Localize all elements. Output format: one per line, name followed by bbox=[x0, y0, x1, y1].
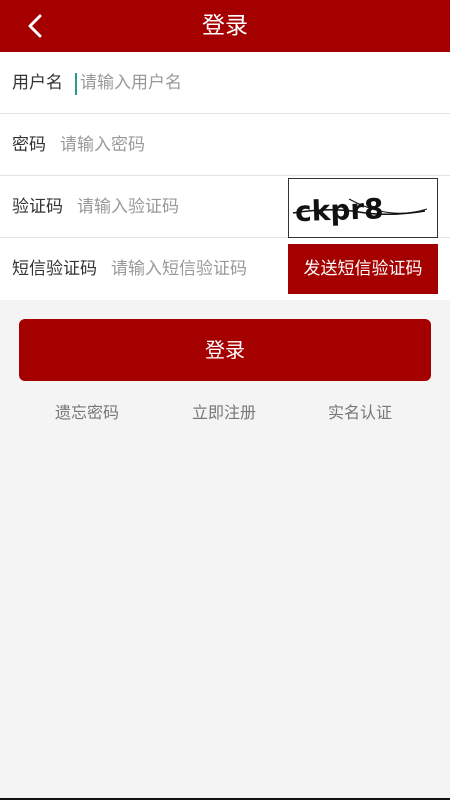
send-sms-button[interactable]: 发送短信验证码 bbox=[288, 244, 438, 294]
real-name-auth-link[interactable]: 实名认证 bbox=[328, 400, 392, 426]
captcha-label: 验证码 bbox=[12, 197, 63, 217]
username-input[interactable] bbox=[78, 66, 378, 100]
sms-label: 短信验证码 bbox=[12, 259, 97, 279]
register-link[interactable]: 立即注册 bbox=[192, 400, 256, 426]
username-label: 用户名 bbox=[12, 73, 63, 93]
password-row: 密码 bbox=[0, 114, 450, 176]
captcha-input[interactable] bbox=[77, 190, 277, 224]
captcha-image[interactable]: ckpr8 bbox=[288, 178, 438, 238]
page-title: 登录 bbox=[202, 13, 248, 39]
login-form: 用户名 密码 验证码 ckpr8 短信验证码 发送短信验证码 bbox=[0, 52, 450, 300]
sms-code-input[interactable] bbox=[111, 252, 281, 286]
auxiliary-links: 遗忘密码 立即注册 实名认证 bbox=[0, 400, 450, 426]
captcha-row: 验证码 ckpr8 bbox=[0, 176, 450, 238]
captcha-graphic: ckpr8 bbox=[292, 192, 428, 228]
sms-row: 短信验证码 发送短信验证码 bbox=[0, 238, 450, 300]
forgot-password-link[interactable]: 遗忘密码 bbox=[55, 400, 119, 426]
username-row: 用户名 bbox=[0, 52, 450, 114]
password-input[interactable] bbox=[60, 128, 360, 162]
text-caret bbox=[75, 73, 77, 95]
login-button[interactable]: 登录 bbox=[19, 319, 431, 381]
top-bar: 登录 bbox=[0, 0, 450, 52]
password-label: 密码 bbox=[12, 135, 46, 155]
